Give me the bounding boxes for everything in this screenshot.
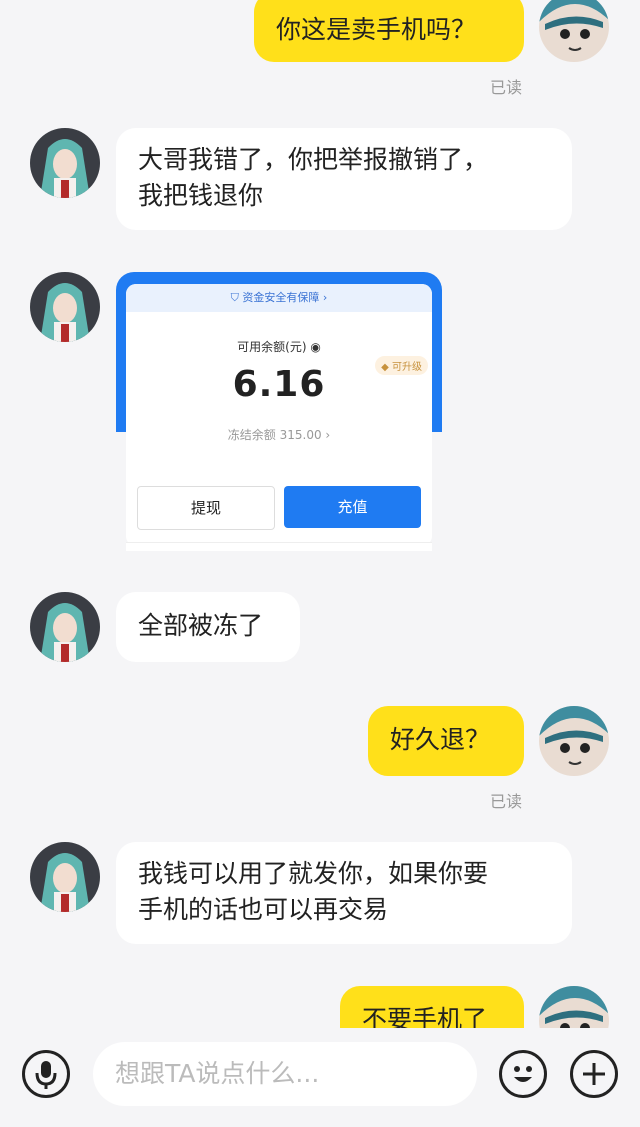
contact-avatar[interactable] — [30, 272, 100, 342]
message-text-line: 手机的话也可以再交易 — [138, 895, 389, 924]
my-avatar[interactable] — [539, 706, 609, 776]
read-receipt: 已读 — [490, 792, 523, 811]
message-text: 全部被冻了 — [138, 611, 264, 640]
contact-message-bubble[interactable]: 大哥我错了，你把举报撤销了， 我把钱退你 — [116, 128, 572, 230]
my-message-bubble[interactable]: 你这是卖手机吗？ — [254, 0, 524, 62]
message-text-line: 我钱可以用了就发你，如果你要 — [138, 859, 489, 888]
my-message-bubble[interactable]: 好久退？ — [368, 706, 524, 776]
eye-icon: ◉ — [310, 340, 321, 354]
my-avatar[interactable] — [539, 986, 609, 1028]
upgrade-badge-text: 可升级 — [392, 362, 422, 373]
read-receipt: 已读 — [490, 78, 523, 97]
my-avatar[interactable] — [539, 0, 609, 62]
safety-banner-text: 资金安全有保障 › — [242, 291, 328, 304]
my-message-bubble[interactable]: 不要手机了 — [340, 986, 524, 1028]
wallet-card: ⛉ 资金安全有保障 › 可用余额(元) ◉ 6.16 ◆ 可升级 冻结余额 31… — [126, 284, 432, 546]
safety-banner: ⛉ 资金安全有保障 › — [126, 284, 432, 312]
upgrade-badge: ◆ 可升级 — [375, 356, 428, 375]
message-text-line: 我把钱退你 — [138, 181, 264, 210]
message-text-line: 大哥我错了，你把举报撤销了， — [138, 145, 489, 174]
message-input[interactable]: 想跟TA说点什么... — [93, 1042, 477, 1106]
chat-message-list[interactable]: 你这是卖手机吗？ 已读 大哥我错了，你把举报撤销了， 我把钱退你 ⛉ 资金安全有… — [0, 0, 640, 1028]
message-input-bar: 想跟TA说点什么... — [0, 1028, 640, 1127]
message-text: 你这是卖手机吗？ — [276, 15, 477, 44]
contact-message-bubble[interactable]: 我钱可以用了就发你，如果你要 手机的话也可以再交易 — [116, 842, 572, 944]
emoji-icon[interactable] — [499, 1050, 547, 1098]
microphone-icon[interactable] — [22, 1050, 70, 1098]
wallet-screenshot-image[interactable]: ⛉ 资金安全有保障 › 可用余额(元) ◉ 6.16 ◆ 可升级 冻结余额 31… — [116, 272, 442, 551]
contact-message-bubble[interactable]: 全部被冻了 — [116, 592, 300, 662]
message-text: 好久退？ — [390, 725, 491, 754]
plus-icon[interactable] — [570, 1050, 618, 1098]
balance-label-text: 可用余额(元) — [237, 340, 307, 354]
contact-avatar[interactable] — [30, 128, 100, 198]
contact-avatar[interactable] — [30, 842, 100, 912]
recharge-button: 充值 — [284, 486, 421, 528]
shield-icon: ⛉ — [230, 291, 243, 304]
contact-avatar[interactable] — [30, 592, 100, 662]
diamond-icon: ◆ — [381, 362, 392, 373]
message-text: 不要手机了 — [362, 1005, 488, 1028]
balance-label: 可用余额(元) ◉ — [126, 338, 432, 355]
frozen-balance: 冻结余额 315.00 › — [227, 428, 331, 442]
withdraw-button: 提现 — [137, 486, 275, 530]
wallet-card-footer — [126, 542, 432, 551]
